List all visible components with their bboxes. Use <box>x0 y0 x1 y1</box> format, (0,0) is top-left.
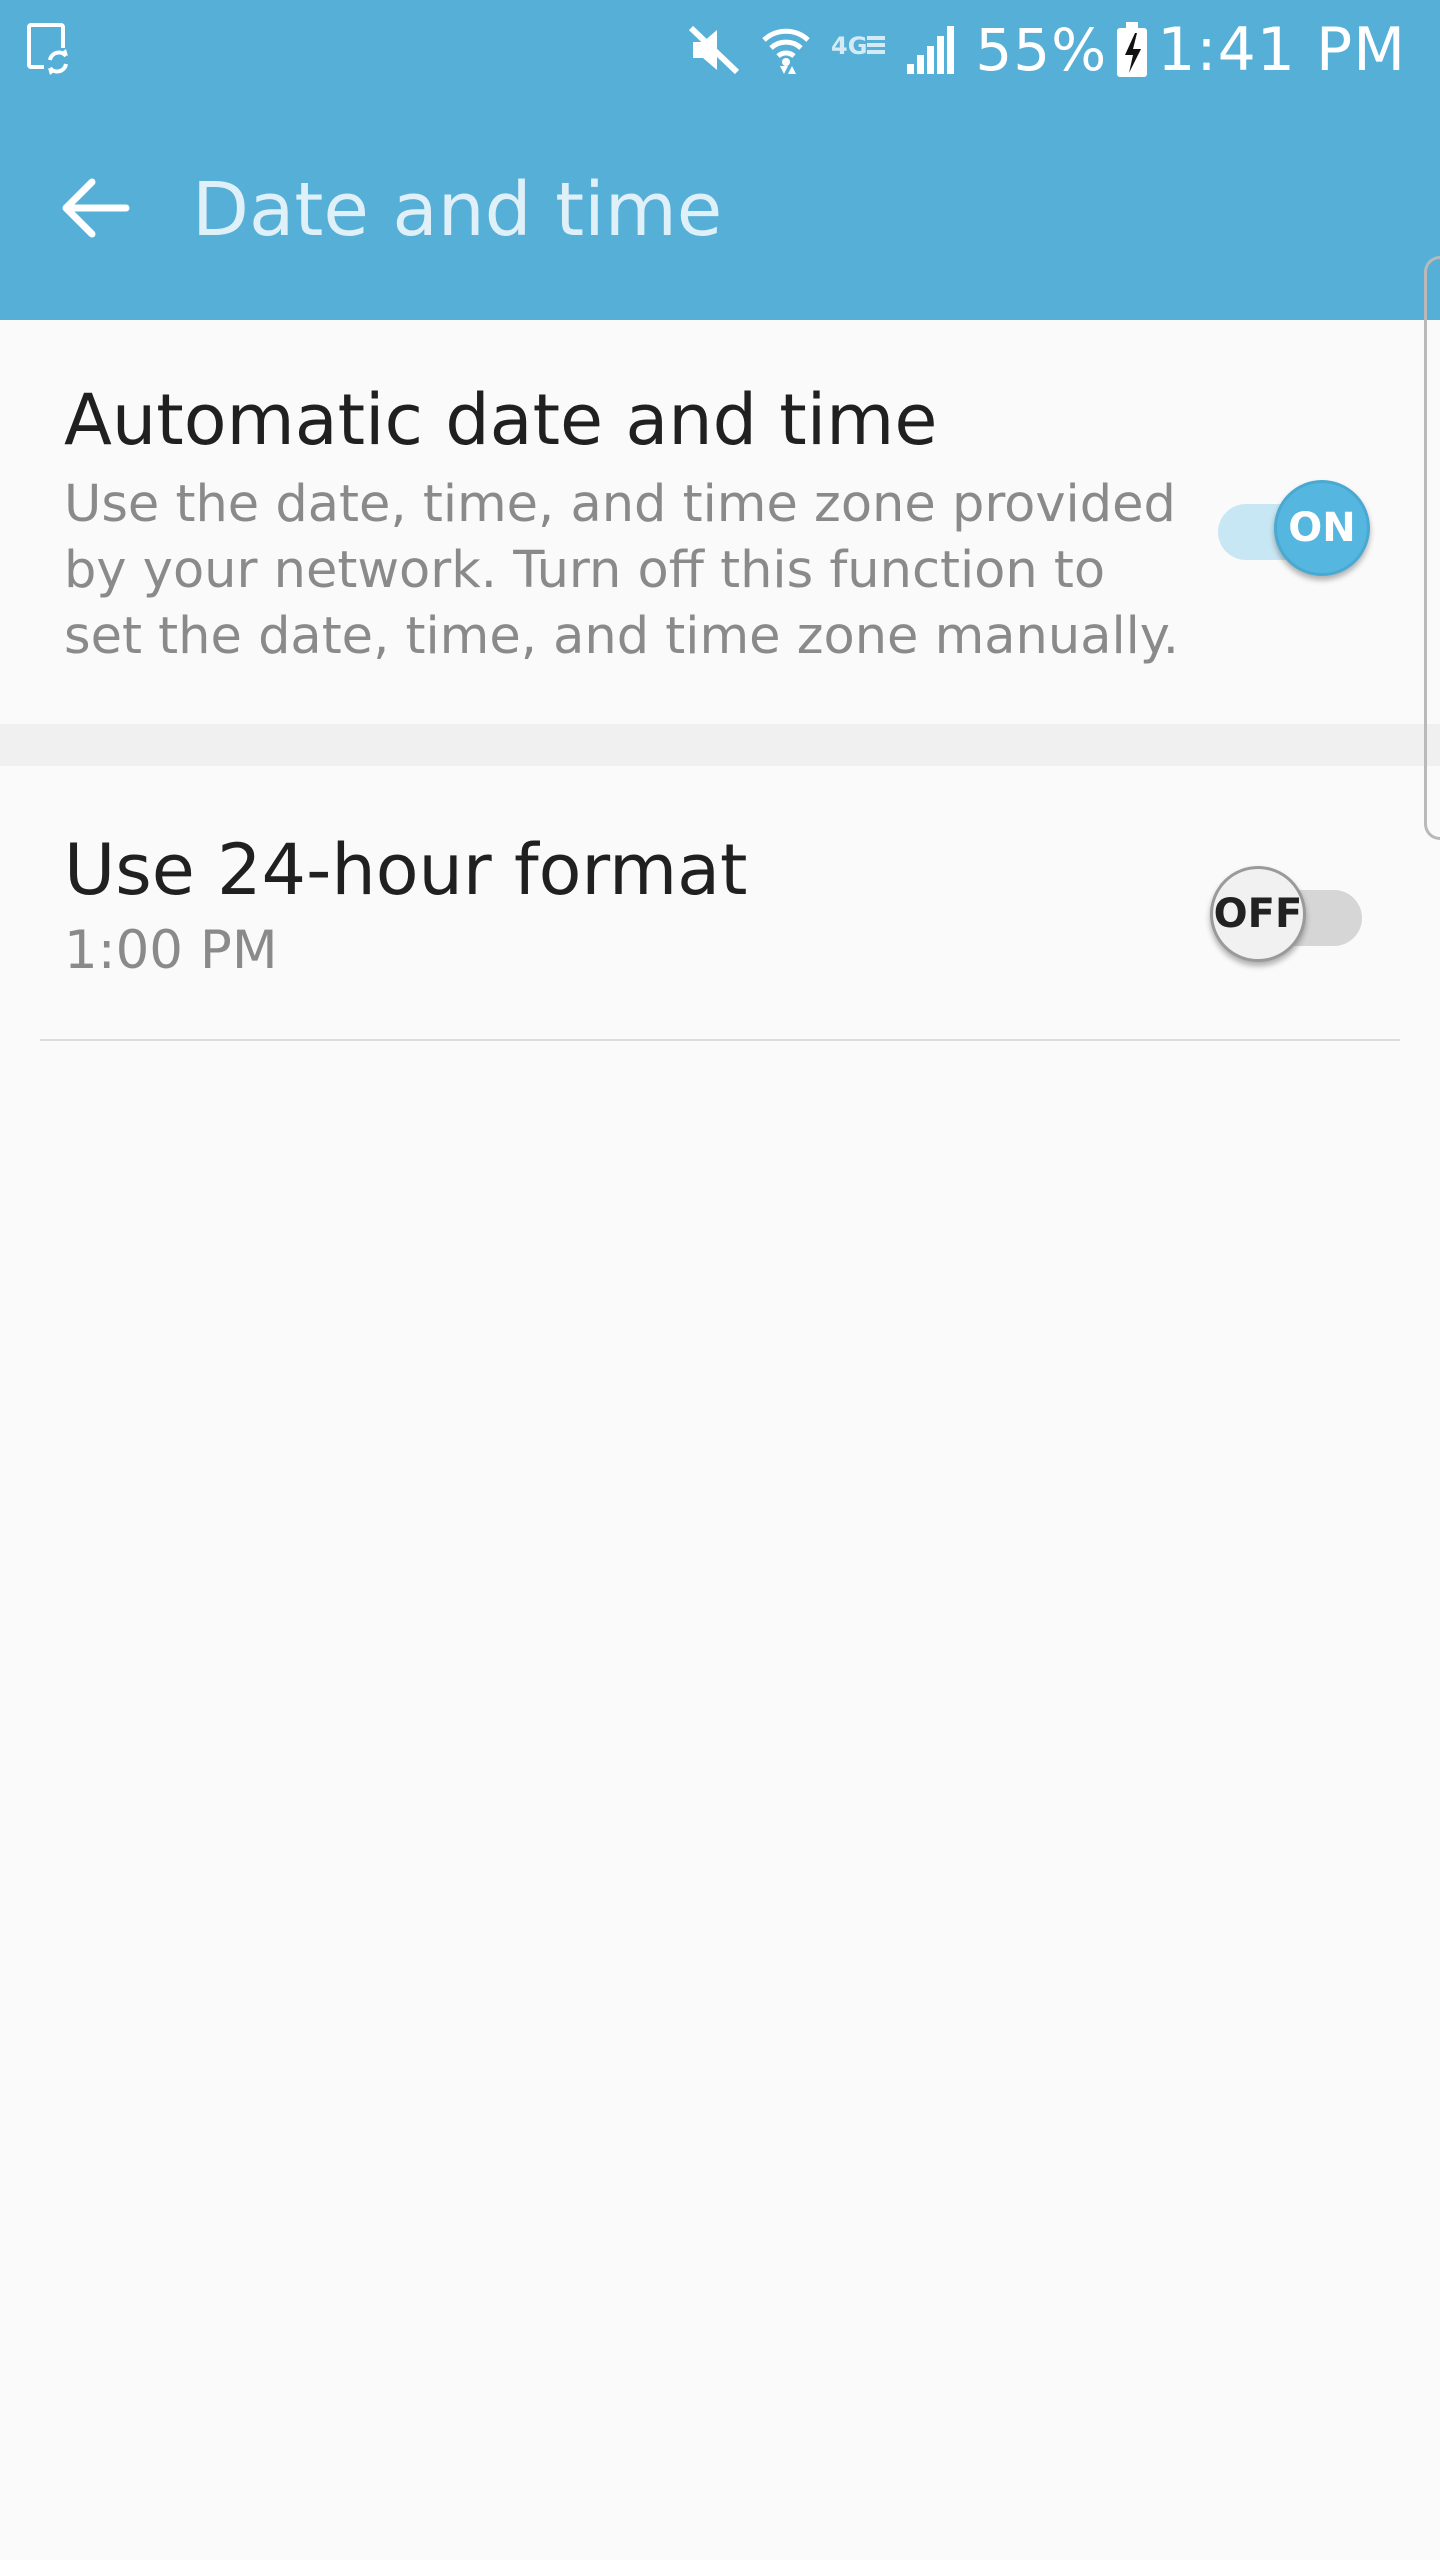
mute-icon <box>687 24 743 76</box>
battery-charging-icon <box>1115 21 1149 79</box>
setting-title: Use 24-hour format <box>64 829 748 911</box>
24-hour-format-toggle[interactable]: OFF <box>1206 858 1366 962</box>
automatic-date-time-toggle[interactable]: ON <box>1210 472 1370 576</box>
battery-percent: 55% <box>975 16 1108 84</box>
toggle-thumb: ON <box>1274 480 1370 576</box>
setting-description: Use the date, time, and time zone provid… <box>64 475 1179 666</box>
status-clock: 1:41 PM <box>1157 15 1406 85</box>
lte-icon: 4G <box>829 30 887 70</box>
setting-automatic-date-time[interactable]: Automatic date and time Use the date, ti… <box>0 322 1440 724</box>
status-icons: 4G 55% 1:41 PM <box>687 14 1406 86</box>
wifi-icon <box>761 24 811 76</box>
section-divider <box>0 724 1440 766</box>
list-divider <box>40 1039 1400 1041</box>
page-title: Date and time <box>192 167 723 253</box>
setting-title: Automatic date and time <box>64 379 938 461</box>
screen-rotation-icon <box>26 22 74 78</box>
setting-subtitle: 1:00 PM <box>64 920 278 981</box>
arrow-left-icon <box>60 176 132 244</box>
edge-panel-handle[interactable] <box>1424 256 1440 840</box>
app-bar: Date and time <box>0 100 1440 320</box>
back-button[interactable] <box>44 162 148 258</box>
setting-24-hour-format[interactable]: Use 24-hour format 1:00 PM OFF <box>0 766 1440 1040</box>
network-label: 4G <box>831 32 867 60</box>
app-header: 4G 55% 1:41 PM Date and time <box>0 0 1440 320</box>
signal-icon <box>905 24 957 76</box>
toggle-thumb: OFF <box>1210 866 1306 962</box>
status-bar: 4G 55% 1:41 PM <box>0 0 1440 100</box>
